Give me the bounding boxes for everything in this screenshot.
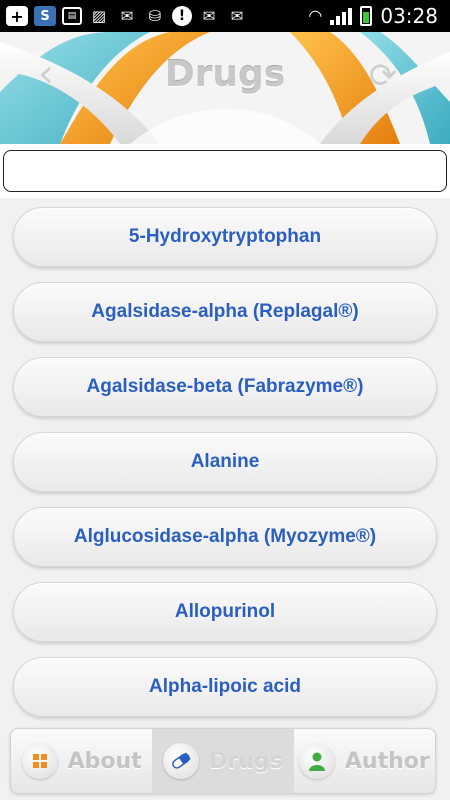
status-bar: + S ▤ ▨ ✉ ⛁ ! ✉ ✉ ◠ 03:28 [0, 0, 450, 32]
grid-icon [21, 743, 58, 779]
tab-author[interactable]: Author [294, 729, 435, 793]
list-item[interactable]: Agalsidase-alpha (Replagal®) [13, 282, 437, 342]
refresh-icon: ⟳ [368, 56, 398, 96]
mail-icon: ✉ [120, 7, 134, 25]
list-item[interactable]: 5-Hydroxytryptophan [13, 207, 437, 267]
app-header: ‹ Drugs ⟳ [0, 32, 450, 144]
image-icon: ▨ [91, 7, 107, 25]
list-item[interactable]: Alglucosidase-alpha (Myozyme®) [13, 507, 437, 567]
list-item[interactable]: Agalsidase-beta (Fabrazyme®) [13, 357, 437, 417]
search-bar [0, 144, 450, 198]
tab-about[interactable]: About [11, 729, 152, 793]
wifi-icon: ◠ [308, 8, 323, 25]
search-input[interactable] [3, 150, 447, 192]
list-item[interactable]: Allopurinol [13, 582, 437, 642]
drug-list: 5-Hydroxytryptophan Agalsidase-alpha (Re… [0, 198, 450, 728]
tab-drugs-label: Drugs [209, 748, 283, 774]
mail-at-icon: ✉ [230, 7, 244, 25]
tab-about-label: About [67, 748, 142, 774]
tab-drugs[interactable]: Drugs [152, 729, 294, 793]
s-app-icon: S [34, 6, 56, 26]
signal-icon [330, 7, 353, 25]
battery-icon [360, 6, 373, 26]
market-icon: ⛁ [148, 7, 162, 25]
sd-card-icon: ▤ [62, 7, 82, 25]
email-icon: ✉ [202, 7, 216, 25]
bottom-tab-bar: About Drugs Author [10, 728, 436, 794]
pill-icon [163, 743, 200, 779]
list-item[interactable]: Alpha-lipoic acid [13, 657, 437, 717]
notification-icons: + S ▤ ▨ ✉ ⛁ ! ✉ ✉ [0, 6, 248, 26]
user-icon [298, 743, 335, 779]
clock: 03:28 [380, 4, 438, 28]
list-item[interactable]: Alanine [13, 432, 437, 492]
add-icon: + [6, 6, 28, 26]
alert-icon: ! [172, 6, 192, 26]
tab-author-label: Author [344, 748, 430, 774]
refresh-button[interactable]: ⟳ [361, 54, 405, 98]
